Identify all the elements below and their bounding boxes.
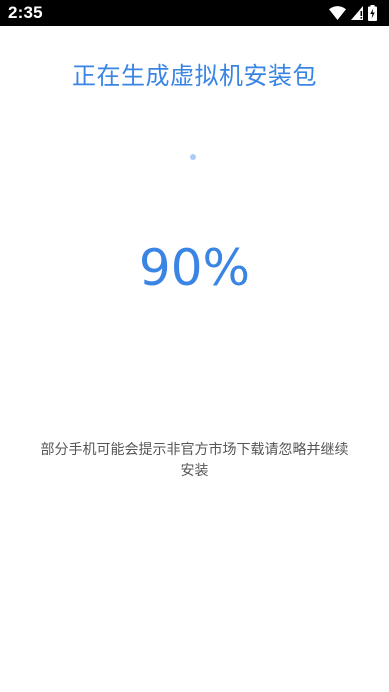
status-bar: 2:35 — [0, 0, 389, 26]
status-time: 2:35 — [8, 3, 43, 22]
battery-charging-icon — [368, 5, 377, 21]
install-notice: 部分手机可能会提示非官方市场下载请忽略并继续安装 — [40, 442, 349, 479]
page-title: 正在生成虚拟机安装包 — [72, 62, 317, 90]
loading-spinner — [190, 154, 196, 160]
wifi-icon — [329, 6, 346, 20]
progress-percent: 90% — [138, 239, 251, 297]
cellular-signal-icon — [351, 6, 363, 20]
status-icons — [329, 5, 377, 21]
